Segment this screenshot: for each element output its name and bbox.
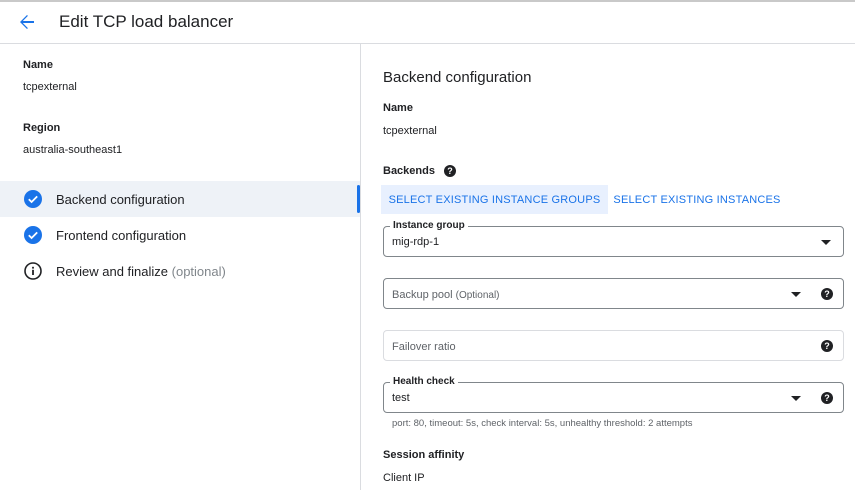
help-icon[interactable]: ? [821, 340, 833, 352]
step-label: Backend configuration [56, 192, 185, 207]
arrow-left-icon [20, 15, 34, 29]
step-backend-configuration[interactable]: Backend configuration [0, 181, 360, 217]
step-label: Review and finalize (optional) [56, 264, 226, 279]
help-icon[interactable]: ? [444, 165, 457, 177]
session-affinity-label: Session affinity [383, 449, 465, 461]
step-frontend-configuration[interactable]: Frontend configuration [0, 217, 360, 253]
backend-name-value: tcpexternal [383, 125, 437, 137]
back-button[interactable] [16, 11, 38, 33]
page-header: Edit TCP load balancer [0, 2, 855, 44]
instance-group-label: Instance group [390, 220, 468, 231]
region-label: Region [23, 122, 61, 134]
backends-heading: Backends ? [383, 165, 457, 177]
chevron-down-icon [791, 396, 801, 401]
check-circle-icon [24, 226, 42, 244]
health-check-select[interactable]: Health check test ? [383, 376, 844, 413]
page-title: Edit TCP load balancer [59, 12, 234, 31]
backup-pool-select[interactable]: Backup pool (Optional) ? [383, 278, 844, 309]
session-affinity-value: Client IP [383, 472, 425, 484]
region-value: australia-southeast1 [23, 144, 123, 156]
chevron-down-icon [821, 240, 831, 245]
optional-tag: (optional) [171, 264, 226, 279]
backup-pool-placeholder: Backup pool (Optional) [392, 289, 500, 301]
name-label: Name [23, 59, 53, 71]
backends-label: Backends [383, 165, 435, 177]
failover-ratio-placeholder: Failover ratio [392, 341, 456, 353]
help-icon[interactable]: ? [821, 288, 833, 300]
section-title: Backend configuration [383, 69, 532, 86]
health-check-label: Health check [390, 376, 458, 387]
backend-name-label: Name [383, 102, 413, 114]
step-label: Frontend configuration [56, 228, 187, 243]
backend-configuration-panel: Backend configuration Name tcpexternal B… [361, 44, 855, 490]
check-circle-icon [24, 190, 42, 208]
failover-ratio-input[interactable]: Failover ratio ? [383, 330, 844, 361]
step-label-text: Review and finalize [56, 264, 169, 279]
name-value: tcpexternal [23, 81, 77, 93]
health-check-hint: port: 80, timeout: 5s, check interval: 5… [392, 418, 693, 429]
active-step-indicator [357, 185, 360, 213]
health-check-value: test [392, 392, 410, 404]
left-panel: Name tcpexternal Region australia-southe… [0, 44, 361, 490]
info-icon [24, 262, 42, 280]
optional-tag: (Optional) [455, 290, 500, 301]
instance-group-value: mig-rdp-1 [392, 236, 440, 248]
step-review-and-finalize[interactable]: Review and finalize (optional) [0, 253, 360, 289]
tab-select-existing-instances[interactable]: SELECT EXISTING INSTANCES [611, 185, 783, 214]
backup-pool-placeholder-text: Backup pool [392, 289, 453, 301]
tab-select-existing-instance-groups[interactable]: SELECT EXISTING INSTANCE GROUPS [381, 185, 608, 214]
chevron-down-icon [791, 292, 801, 297]
help-icon[interactable]: ? [821, 392, 833, 404]
instance-group-select[interactable]: Instance group mig-rdp-1 [383, 220, 844, 257]
